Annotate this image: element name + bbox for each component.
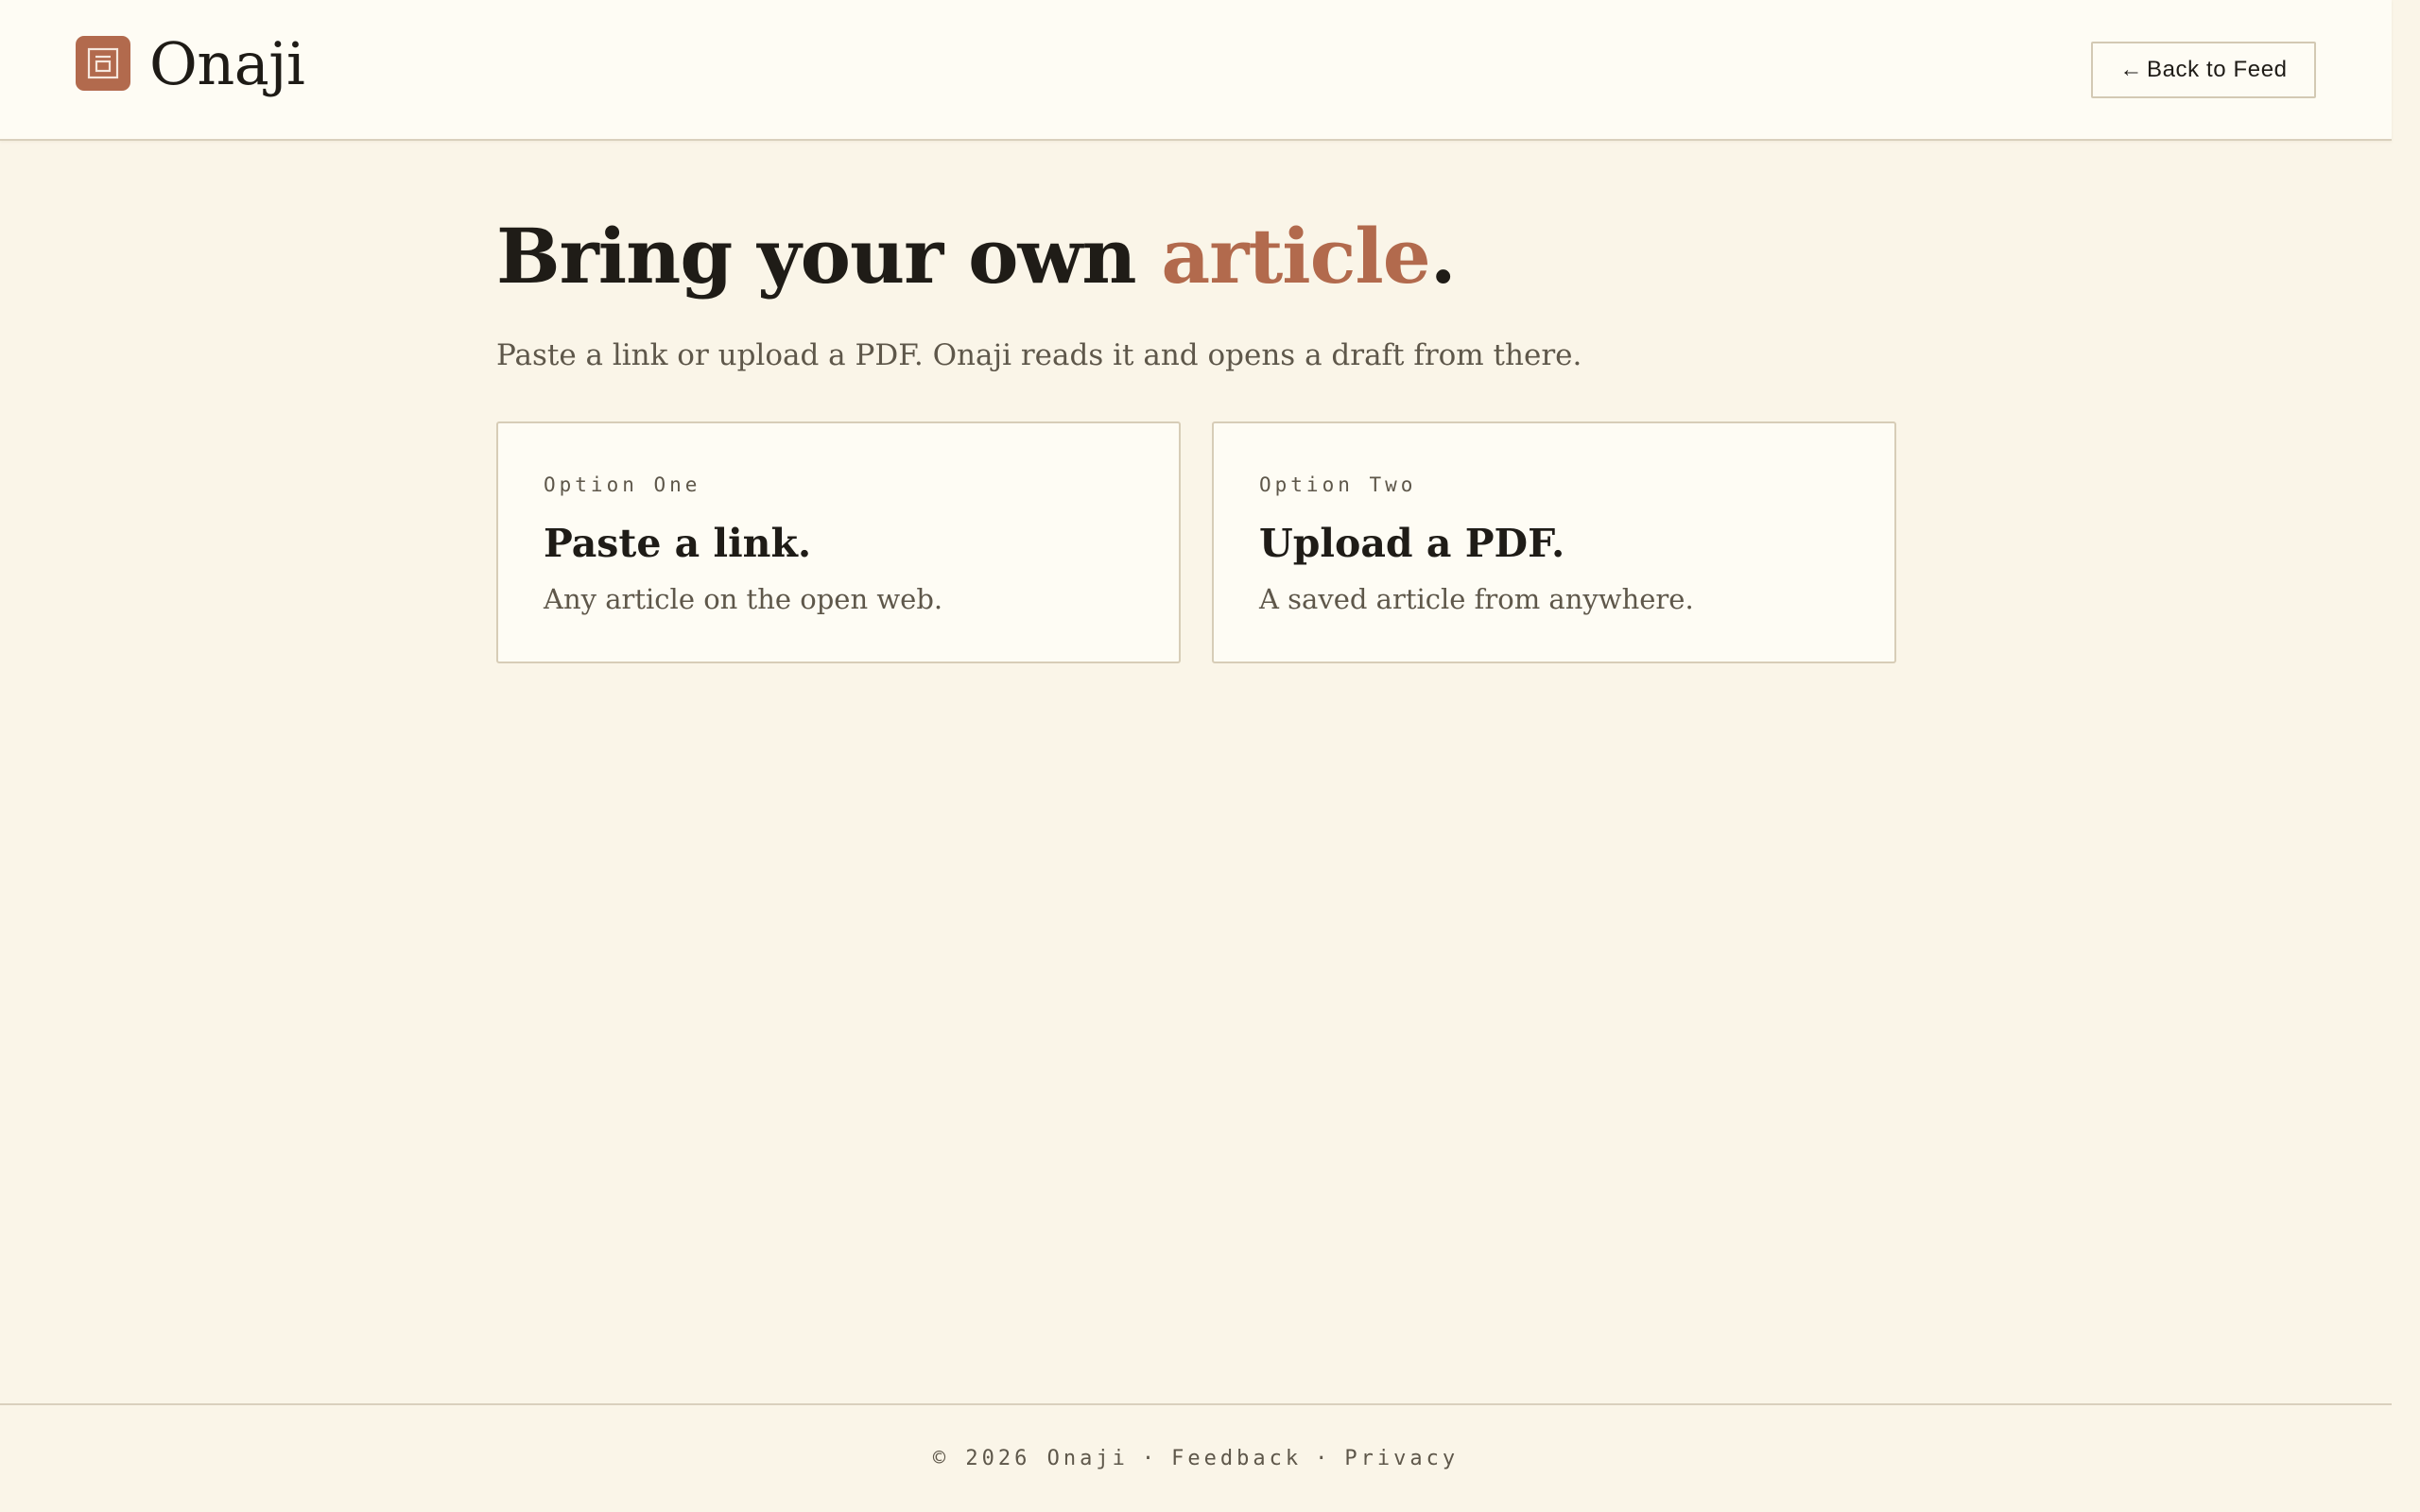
main-content: Bring your own article. Paste a link or … xyxy=(496,198,1895,376)
option-eyebrow: Option One xyxy=(544,473,701,496)
option-title: Upload a PDF. xyxy=(1259,521,1565,566)
option-upload-pdf-card[interactable]: Option Two Upload a PDF. A saved article… xyxy=(1212,421,1896,663)
import-options: Option One Paste a link. Any article on … xyxy=(496,421,1896,663)
option-description: A saved article from anywhere. xyxy=(1259,583,1694,615)
option-description: Any article on the open web. xyxy=(544,583,943,615)
app-logo[interactable] xyxy=(76,36,130,91)
brand-name[interactable]: Onaji xyxy=(149,26,305,102)
page-title-suffix: . xyxy=(1429,212,1457,301)
square-glyph-icon xyxy=(87,47,119,79)
page-title-prefix: Bring your own xyxy=(496,212,1162,301)
footer-feedback-link[interactable]: Feedback xyxy=(1171,1447,1302,1470)
option-paste-link-card[interactable]: Option One Paste a link. Any article on … xyxy=(496,421,1181,663)
page-footer: © 2026 Onaji · Feedback · Privacy xyxy=(0,1403,2392,1512)
footer-copyright: © 2026 Onaji xyxy=(932,1447,1129,1470)
back-to-feed-label: Back to Feed xyxy=(2146,57,2288,82)
page-title: Bring your own article. xyxy=(496,198,1895,314)
footer-separator: · xyxy=(1315,1447,1332,1470)
page-subtitle: Paste a link or upload a PDF. Onaji read… xyxy=(496,338,1582,372)
footer-privacy-link[interactable]: Privacy xyxy=(1344,1447,1459,1470)
back-to-feed-button[interactable]: ← Back to Feed xyxy=(2091,42,2316,98)
top-bar: Onaji ← Back to Feed xyxy=(0,0,2392,141)
option-eyebrow: Option Two xyxy=(1259,473,1417,496)
arrow-left-icon: ← xyxy=(2119,57,2143,82)
page-title-accent: article xyxy=(1161,212,1430,301)
option-title: Paste a link. xyxy=(544,521,812,566)
footer-separator: · xyxy=(1141,1447,1159,1470)
